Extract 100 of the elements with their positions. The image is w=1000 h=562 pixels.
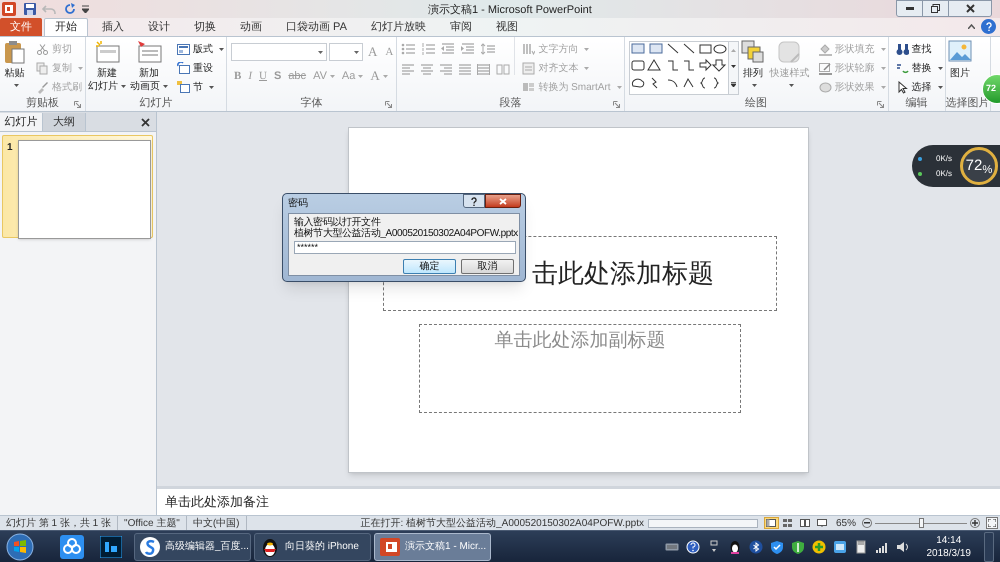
caret-icon <box>880 48 886 51</box>
password-field[interactable]: ****** <box>294 241 516 254</box>
ribbon-tab[interactable]: 开始 <box>44 18 88 36</box>
ribbon-tab[interactable]: 视图 <box>486 18 528 36</box>
ribbon-button[interactable]: 版式 <box>177 41 224 58</box>
tray-icon-button[interactable] <box>790 540 804 554</box>
collapse-ribbon-icon <box>968 24 975 29</box>
close-icon <box>966 4 974 13</box>
clock-time: 14:14 <box>936 534 962 546</box>
close-icon <box>499 198 507 204</box>
ribbon-tab[interactable]: 动画 <box>230 18 272 36</box>
large-ribbon-button[interactable]: 排列 <box>738 37 768 95</box>
zoom-percent: 65% <box>834 516 857 530</box>
minimize-button[interactable] <box>896 0 923 17</box>
tray-icon-button[interactable] <box>812 540 826 554</box>
panel-tab[interactable]: 大纲 <box>43 113 86 131</box>
slide-number: 1 <box>7 141 14 155</box>
ribbon-tab[interactable]: 设计 <box>138 18 180 36</box>
ribbon-tab[interactable]: 审阅 <box>440 18 482 36</box>
taskbar-button[interactable]: 演示文稿1 - Micr... <box>374 532 491 560</box>
slide-thumbnail-row[interactable]: 1 <box>2 135 153 238</box>
shield-icon <box>770 540 784 554</box>
slide-thumbnail[interactable] <box>18 140 151 239</box>
fit-to-window-button[interactable] <box>986 517 998 529</box>
cursor-icon <box>896 81 909 94</box>
copy-icon <box>36 62 49 75</box>
zoom-slider[interactable] <box>875 518 967 528</box>
view-button[interactable] <box>798 517 813 529</box>
large-ribbon-button[interactable]: 新加 动画页 <box>128 37 170 95</box>
ribbon-button[interactable]: 重设 <box>177 60 224 77</box>
close-panel-button[interactable] <box>141 117 151 127</box>
smartart-icon <box>522 81 536 94</box>
dialog-launcher-button[interactable] <box>876 100 885 108</box>
ribbon-button[interactable]: 替换 <box>896 60 943 77</box>
status-dot-icon <box>918 156 922 160</box>
clock[interactable]: 14:14 2018/3/19 <box>926 534 971 560</box>
tray-icon-button[interactable] <box>854 540 868 554</box>
pen-outline-icon <box>818 62 832 75</box>
slide-app-icon <box>379 536 401 558</box>
layout-icon <box>177 43 190 56</box>
minimize-icon <box>906 7 914 10</box>
tray-icon-button[interactable] <box>896 540 910 554</box>
caret-icon <box>78 67 83 70</box>
zoom-out-button[interactable] <box>862 518 872 528</box>
slide-with-pointer-icon <box>136 40 162 64</box>
ribbon-button[interactable]: 查找 <box>896 41 943 58</box>
ribbon-tab[interactable]: 插入 <box>92 18 134 36</box>
shield-icon <box>790 540 804 554</box>
tray-icon-button[interactable] <box>728 540 742 554</box>
scroll-down-icon <box>730 65 736 68</box>
ribbon-tab[interactable]: 文件 <box>0 18 42 36</box>
view-button[interactable] <box>764 517 779 529</box>
ribbon-button[interactable]: 节 <box>177 79 224 96</box>
large-ribbon-button[interactable]: 粘贴 <box>0 37 29 95</box>
dialog-button[interactable]: 取消 <box>461 259 514 274</box>
restore-icon <box>931 4 940 13</box>
launcher-icon <box>876 100 884 108</box>
dialog-button[interactable]: 确定 <box>403 259 456 274</box>
close-button[interactable] <box>485 194 521 208</box>
start-button[interactable] <box>4 532 36 562</box>
ribbon-tab[interactable]: 幻灯片放映 <box>360 18 436 36</box>
reset-icon <box>177 62 190 75</box>
powerpoint-logo-icon <box>2 2 16 16</box>
group-label: 幻灯片 <box>140 96 172 112</box>
launcher-icon <box>612 100 620 108</box>
zoom-slider-thumb[interactable] <box>919 518 924 528</box>
dialog-title: 密码 <box>288 196 308 211</box>
justify-icon <box>458 64 472 75</box>
notes-pane[interactable]: 单击此处添加备注 <box>157 486 1000 515</box>
caret-icon <box>318 50 323 54</box>
close-icon <box>141 118 150 126</box>
restore-button[interactable] <box>923 0 948 17</box>
ribbon-tab[interactable]: 切换 <box>184 18 226 36</box>
tray-icon-button[interactable] <box>832 540 846 554</box>
caret-icon <box>382 74 388 78</box>
close-button[interactable] <box>948 0 992 17</box>
ribbon-tab[interactable]: 口袋动画 PA <box>276 18 357 36</box>
align-left-icon <box>401 64 414 75</box>
section-icon <box>177 81 190 94</box>
gallery-scroll-buttons[interactable] <box>728 42 738 94</box>
slideshow-view-icon <box>817 519 828 527</box>
taskbar-button[interactable]: 向日葵的 iPhone <box>254 532 371 560</box>
help-button[interactable] <box>463 194 485 208</box>
panel-tab[interactable]: 幻灯片 <box>0 113 43 131</box>
grid-view-icon <box>783 519 794 527</box>
caret-icon <box>358 74 364 78</box>
overlapping-squares-icon <box>740 40 766 64</box>
caret-icon <box>330 74 335 78</box>
large-ribbon-button[interactable]: 新建 幻灯片 <box>86 37 128 95</box>
subtitle-placeholder-text: 单击此处添加副标题 <box>494 329 666 353</box>
ribbon-button[interactable]: 选择 <box>896 79 943 96</box>
zoom-in-button[interactable] <box>970 518 980 528</box>
group-label: 绘图 <box>745 96 768 112</box>
dialog-launcher-button[interactable] <box>74 100 82 108</box>
taskbar-button[interactable]: 高级编辑器_百度... <box>134 532 251 560</box>
view-button[interactable] <box>814 517 830 529</box>
tray-icon-button[interactable] <box>748 540 762 554</box>
caret-icon <box>880 67 886 70</box>
large-ribbon-button[interactable]: 图片 <box>946 37 975 95</box>
tray-icon-button[interactable] <box>770 540 784 554</box>
